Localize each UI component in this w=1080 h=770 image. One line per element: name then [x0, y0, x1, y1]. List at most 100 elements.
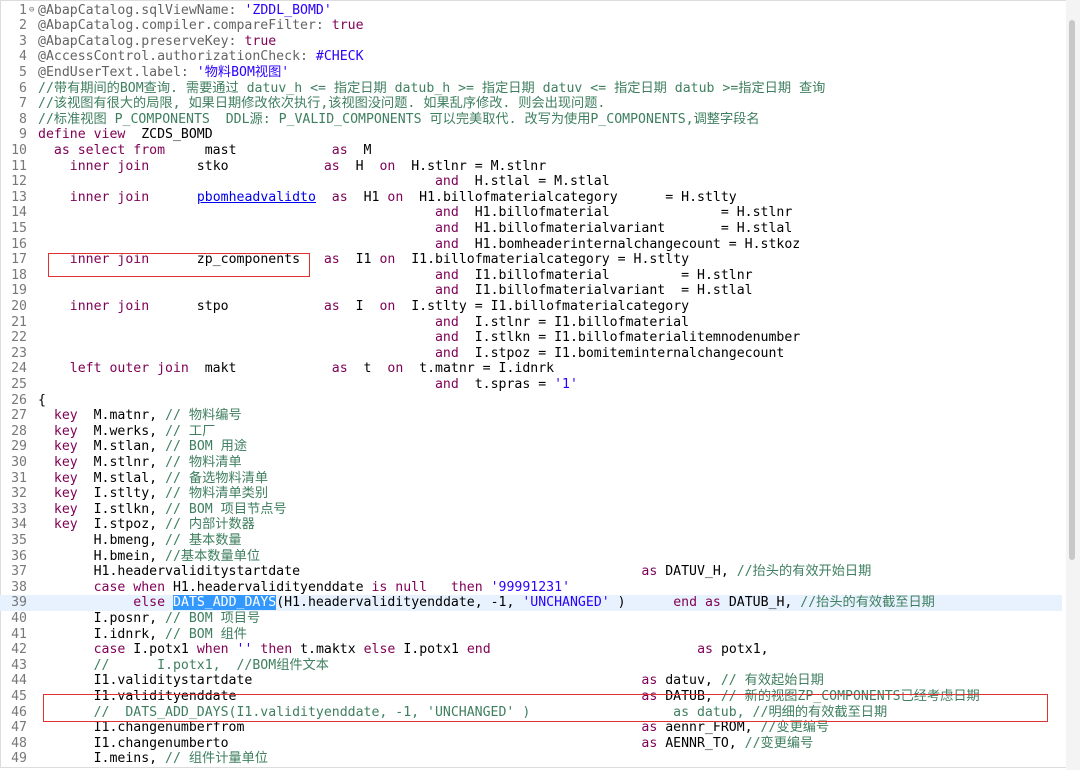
code-token: on [379, 298, 396, 314]
code-line[interactable]: 43 // I.potx1, //BOM组件文本 [0, 658, 1062, 674]
code-line[interactable]: 25 and t.spras = '1' [0, 377, 1062, 393]
code-line[interactable]: 11 inner join stko as H on H.stlnr = M.s… [0, 159, 1062, 175]
code-token: M.stlan, [77, 439, 166, 455]
code-line[interactable]: 48 I1.changenumberto as AENNR_TO, //变更编号 [0, 736, 1062, 752]
code-token: H.bmein, [38, 548, 166, 564]
code-line[interactable]: 40 I.posnr, // BOM 项目号 [0, 611, 1062, 627]
code-token: t.maktx [292, 642, 364, 658]
code-token: // 物料清单 [165, 454, 242, 470]
code-text: left outer join makt as t on t.matnr = I… [38, 361, 554, 377]
code-line[interactable]: 38 case when H1.headervalidityenddate is… [0, 580, 1062, 596]
line-number: 5 [19, 64, 27, 80]
code-line[interactable]: 29 key M.stlan, // BOM 用途 [0, 439, 1062, 455]
code-line[interactable]: 41 I.idnrk, // BOM 组件 [0, 627, 1062, 643]
code-text: inner join stko as H on H.stlnr = M.stln… [38, 159, 546, 175]
code-token: key [53, 454, 78, 470]
code-line[interactable]: 47 I1.changenumberfrom as aennr_FROM, //… [0, 720, 1062, 736]
code-token: t.matnr = I.idnrk [403, 361, 555, 377]
code-line[interactable]: 30 key M.stlnr, // 物料清单 [0, 455, 1062, 471]
code-token: H1.billofmaterial = H.stlnr [458, 205, 793, 221]
code-line[interactable]: 32 key I.stlty, // 物料清单类别 [0, 486, 1062, 502]
entity-link[interactable]: pbomheadvalidto [197, 190, 316, 205]
line-number: 26 [11, 392, 27, 408]
code-token: I.stpoz, [77, 517, 166, 533]
code-line[interactable]: 22 and I.stlkn = I1.billofmaterialitemno… [0, 330, 1062, 346]
line-number: 40 [11, 610, 27, 626]
code-line[interactable]: 39 else DATS_ADD_DAYS(H1.headervaliditye… [0, 595, 1062, 611]
line-number: 11 [11, 158, 27, 174]
code-line[interactable]: 3 @AbapCatalog.preserveKey: true [0, 34, 1062, 50]
code-token: and [434, 220, 459, 236]
code-line[interactable]: 37 H1.headervaliditystartdate as DATUV_H… [0, 564, 1062, 580]
code-line[interactable]: 6 //带有期间的BOM查询. 需要通过 datuv_h <= 指定日期 datu… [0, 81, 1062, 97]
code-editor[interactable]: 1 ⊖ @AbapCatalog.sqlViewName: 'ZDDL_BOMD' 2… [0, 0, 1080, 770]
code-token: I1.billofmaterial = H.stlnr [458, 267, 753, 283]
code-text: @AccessControl.authorizationCheck: #CHEC… [38, 49, 364, 65]
code-line[interactable]: 23 and I.stpoz = I1.bomiteminternalchang… [0, 346, 1062, 362]
code-line[interactable]: 13 inner join pbomheadvalidto as H1 on H… [0, 190, 1062, 206]
vertical-scrollbar[interactable] [1066, 0, 1080, 770]
line-number: 34 [11, 517, 27, 533]
code-token: // 物料编号 [165, 408, 242, 424]
code-token: as [323, 158, 340, 174]
code-line[interactable]: 42 case I.potx1 when '' then t.maktx els… [0, 642, 1062, 658]
code-line[interactable]: 27 key M.matnr, // 物料编号 [0, 408, 1062, 424]
code-text: @AbapCatalog.sqlViewName: 'ZDDL_BOMD' [38, 3, 332, 19]
code-line[interactable]: 19 and I1.billofmaterialvariant = H.stla… [0, 283, 1062, 299]
code-token: 'UNCHANGED' [522, 595, 610, 611]
code-line[interactable]: 16 and H1.bomheaderinternalchangecount =… [0, 237, 1062, 253]
code-line[interactable]: 4 @AccessControl.authorizationCheck: #CHE… [0, 49, 1062, 65]
code-token: and [434, 267, 459, 283]
code-line[interactable]: 34 key I.stpoz, // 内部计数器 [0, 517, 1062, 533]
fold-marker-icon[interactable]: ⊖ [29, 3, 34, 19]
code-line[interactable]: 10 as select from mast as M [0, 143, 1062, 159]
code-line[interactable]: 20 inner join stpo as I on I.stlty = I1.… [0, 299, 1062, 315]
code-line[interactable]: 33 key I.stlkn, // BOM 项目节点号 [0, 502, 1062, 518]
code-token: I.potx1 [125, 642, 197, 658]
code-token: as [641, 735, 658, 751]
code-line[interactable]: 28 key M.werks, // 工厂 [0, 424, 1062, 440]
code-line[interactable]: 14 and H1.billofmaterial = H.stlnr [0, 205, 1062, 221]
code-line[interactable]: 21 and I.stlnr = I1.billofmaterial [0, 315, 1062, 331]
line-number: 35 [11, 532, 27, 548]
code-line[interactable]: 1 ⊖ @AbapCatalog.sqlViewName: 'ZDDL_BOMD' [0, 3, 1062, 19]
scrollbar-thumb[interactable] [1069, 20, 1075, 560]
code-token: on [387, 189, 404, 205]
line-number: 37 [11, 564, 27, 580]
highlight-box-validityenddate [43, 694, 1048, 722]
code-line[interactable]: 44 I1.validitystartdate as datuv, // 有效起… [0, 673, 1062, 689]
code-token: // 基本数量 [165, 532, 242, 548]
code-token: @AbapCatalog.compiler.compareFilter: [38, 18, 332, 34]
code-token: stko [149, 158, 324, 174]
code-token: datuv, [657, 673, 721, 689]
code-line[interactable]: 36 H.bmein, //基本数量单位 [0, 549, 1062, 565]
code-line[interactable]: 31 key M.stlal, // 备选物料清单 [0, 471, 1062, 487]
code-line[interactable]: 35 H.bmeng, // 基本数量 [0, 533, 1062, 549]
line-number: 28 [11, 423, 27, 439]
code-line[interactable]: 2 @AbapCatalog.compiler.compareFilter: tr… [0, 18, 1062, 34]
code-token: M.stlal, [77, 470, 166, 486]
code-token: makt [188, 361, 332, 377]
code-line[interactable]: 12 and H.stlal = M.stlal [0, 174, 1062, 190]
code-line[interactable]: 8 //标准视图 P_COMPONENTS DDL源: P_VALID_COMPO… [0, 112, 1062, 128]
code-line[interactable]: 9 define view ZCDS_BOMD [0, 127, 1062, 143]
code-line[interactable]: 7 //该视图有很大的局限, 如果日期修改依次执行,该视图没问题. 如果乱序修改.… [0, 96, 1062, 112]
code-line[interactable]: 15 and H1.billofmaterialvariant = H.stla… [0, 221, 1062, 237]
code-line[interactable]: 26 { [0, 393, 1062, 409]
code-line[interactable]: 5 @EndUserText.label: '物料BOM视图' [0, 65, 1062, 81]
code-token: H1.billofmaterialcategory = H.stlty [403, 189, 737, 205]
code-line[interactable]: 24 left outer join makt as t on t.matnr … [0, 361, 1062, 377]
code-line[interactable]: 49 I.meins, // 组件计量单位 [0, 751, 1062, 767]
code-text: and I.stlnr = I1.billofmaterial [38, 315, 689, 331]
code-text: key M.stlan, // BOM 用途 [38, 439, 247, 455]
code-token: and [434, 174, 459, 190]
